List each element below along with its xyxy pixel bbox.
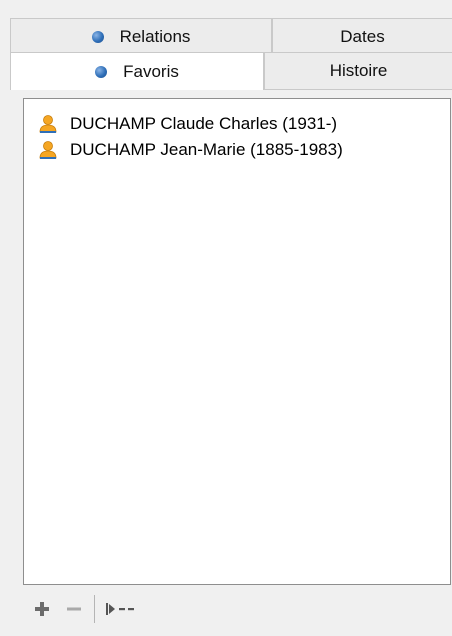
list-item[interactable]: DUCHAMP Jean-Marie (1885-1983) <box>24 137 450 163</box>
list-item[interactable]: DUCHAMP Claude Charles (1931-) <box>24 111 450 137</box>
bullet-icon <box>95 65 108 78</box>
tab-histoire[interactable]: Histoire <box>264 52 452 90</box>
go-to-button[interactable] <box>103 595 143 623</box>
tab-relations-label: Relations <box>119 26 191 46</box>
list-item-label: DUCHAMP Jean-Marie (1885-1983) <box>70 140 343 159</box>
list-item-label: DUCHAMP Claude Charles (1931-) <box>70 114 338 133</box>
tab-favoris[interactable]: Favoris <box>10 52 264 90</box>
remove-button[interactable] <box>60 595 88 623</box>
tab-dates[interactable]: Dates <box>272 18 452 54</box>
add-button[interactable] <box>28 595 56 623</box>
favorites-list-panel[interactable]: DUCHAMP Claude Charles (1931-) DUCHAMP J… <box>23 98 451 585</box>
tab-row-front: Favoris Histoire <box>10 52 452 90</box>
favorites-list: DUCHAMP Claude Charles (1931-) DUCHAMP J… <box>24 111 450 163</box>
tab-dates-label: Dates <box>340 26 385 46</box>
add-icon <box>35 602 49 616</box>
remove-icon <box>67 607 81 611</box>
tab-favoris-label: Favoris <box>123 61 179 81</box>
list-toolbar <box>28 592 448 626</box>
go-to-icon <box>106 603 134 615</box>
tab-relations[interactable]: Relations <box>10 18 272 54</box>
toolbar-separator <box>94 595 95 623</box>
person-icon <box>39 141 57 159</box>
tab-row-back: Relations Dates <box>10 18 452 54</box>
bullet-icon <box>91 30 104 43</box>
favorites-panel-window: Relations Dates Favoris Histoire DUCHAMP… <box>0 0 452 636</box>
tab-strip: Relations Dates Favoris Histoire <box>10 10 452 90</box>
person-icon <box>39 115 57 133</box>
tab-histoire-label: Histoire <box>329 61 388 80</box>
